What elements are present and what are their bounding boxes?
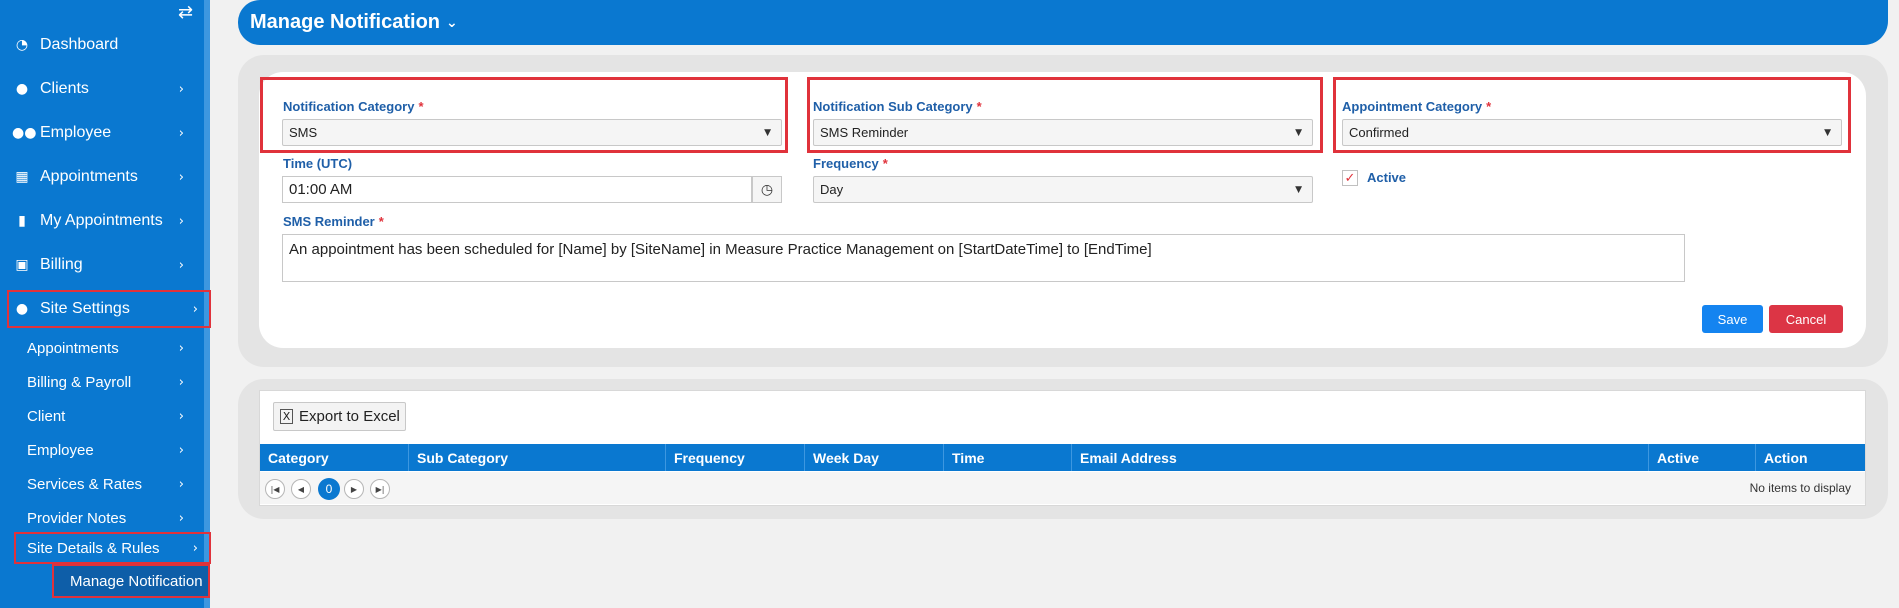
sidebar-subitem-appointments[interactable]: Appointments ›	[0, 333, 204, 363]
sidebar-item-label: Billing	[40, 256, 83, 273]
dashboard-icon: ◔	[15, 37, 29, 53]
sidebar-item-employee[interactable]: ●● Employee ›	[0, 116, 204, 150]
sidebar-item-label: Dashboard	[40, 36, 119, 53]
time-label: Time (UTC)	[283, 156, 353, 171]
column-header[interactable]: Frequency	[666, 444, 805, 471]
sidebar-item-dashboard[interactable]: ◔ Dashboard	[0, 28, 204, 62]
next-page-icon[interactable]: ▶	[344, 479, 364, 499]
prev-page-icon[interactable]: ◀	[291, 479, 311, 499]
chevron-right-icon: ›	[178, 374, 184, 390]
dropdown-arrow-icon: ▼	[1295, 127, 1302, 138]
sidebar-item-site-settings[interactable]: ● Site Settings ›	[7, 290, 211, 328]
empty-text: No items to display	[1749, 481, 1851, 495]
sidebar: ⇄ ◔ Dashboard ● Clients › ●● Employee › …	[0, 0, 211, 608]
sidebar-item-label: Clients	[40, 80, 89, 97]
first-page-icon[interactable]: |◀	[265, 479, 285, 499]
notification-category-label: Notification Category *	[283, 99, 424, 114]
sidebar-item-clients[interactable]: ● Clients ›	[0, 72, 204, 106]
sidebar-subitem-label: Client	[27, 407, 66, 425]
chevron-right-icon: ›	[178, 476, 184, 492]
sidebar-subitem-label: Employee	[27, 441, 94, 459]
bookmark-icon: ▮	[18, 213, 26, 229]
frequency-label: Frequency *	[813, 156, 888, 171]
sidebar-item-label: Appointments	[40, 168, 138, 185]
sms-reminder-label: SMS Reminder *	[283, 214, 384, 229]
time-input[interactable]: 01:00 AM	[282, 176, 752, 203]
dropdown-arrow-icon: ▼	[1824, 127, 1831, 138]
sidebar-item-label: My Appointments	[40, 212, 163, 229]
sidebar-item-label: Employee	[40, 124, 112, 141]
calendar-icon: ▦	[15, 169, 29, 185]
chevron-right-icon: ›	[192, 540, 198, 556]
export-excel-button[interactable]: X Export to Excel	[273, 402, 406, 431]
sidebar-subitem-employee[interactable]: Employee ›	[0, 435, 204, 465]
sidebar-subitem-label: Appointments	[27, 339, 119, 357]
appointment-category-label: Appointment Category *	[1342, 99, 1492, 114]
chevron-right-icon: ›	[192, 301, 198, 317]
chevron-right-icon: ›	[178, 408, 184, 424]
column-header[interactable]: Category	[260, 444, 409, 471]
sidebar-subitem-billing-payroll[interactable]: Billing & Payroll ›	[0, 367, 204, 397]
appointment-category-select[interactable]: Confirmed ▼	[1342, 119, 1842, 146]
money-icon: ▣	[15, 257, 29, 273]
swap-arrows-icon[interactable]: ⇄	[178, 2, 193, 23]
sidebar-subitem-label: Provider Notes	[27, 509, 127, 527]
active-label: Active	[1367, 170, 1407, 185]
column-header[interactable]: Time	[944, 444, 1072, 471]
notification-sub-category-select[interactable]: SMS Reminder ▼	[813, 119, 1313, 146]
chevron-right-icon: ›	[178, 169, 184, 185]
chevron-right-icon: ›	[178, 125, 184, 141]
sidebar-subitem-client[interactable]: Client ›	[0, 401, 204, 431]
chevron-down-icon[interactable]: ⌄	[446, 15, 458, 31]
sidebar-subitem-provider-notes[interactable]: Provider Notes ›	[0, 503, 204, 533]
chevron-right-icon: ›	[178, 340, 184, 356]
column-header[interactable]: Email Address	[1072, 444, 1649, 471]
save-button[interactable]: Save	[1702, 305, 1763, 333]
sidebar-subitem-label: Manage Notification	[70, 572, 203, 590]
frequency-select[interactable]: Day ▼	[813, 176, 1313, 203]
dropdown-arrow-icon: ▼	[764, 127, 771, 138]
sidebar-item-my-appointments[interactable]: ▮ My Appointments ›	[0, 204, 204, 238]
sidebar-subitem-label: Site Details & Rules	[27, 539, 160, 557]
column-header[interactable]: Action	[1756, 444, 1865, 471]
grid-header: Category Sub Category Frequency Week Day…	[260, 444, 1865, 471]
column-header[interactable]: Sub Category	[409, 444, 666, 471]
page-header: Manage Notification ⌄	[238, 0, 1888, 45]
sidebar-subitem-manage-notification[interactable]: Manage Notification	[52, 564, 210, 598]
sidebar-subitem-site-details-rules[interactable]: Site Details & Rules ›	[14, 532, 211, 564]
sidebar-subitem-services-rates[interactable]: Services & Rates ›	[0, 469, 204, 499]
chevron-right-icon: ›	[178, 510, 184, 526]
sidebar-subitem-label: Billing & Payroll	[27, 373, 132, 391]
dropdown-arrow-icon: ▼	[1295, 184, 1302, 195]
check-icon: ✓	[1344, 170, 1356, 186]
column-header[interactable]: Week Day	[805, 444, 944, 471]
notification-sub-category-label: Notification Sub Category *	[813, 99, 982, 114]
chevron-right-icon: ›	[178, 81, 184, 97]
active-checkbox[interactable]: ✓	[1342, 170, 1358, 186]
sidebar-item-appointments[interactable]: ▦ Appointments ›	[0, 160, 204, 194]
cancel-button[interactable]: Cancel	[1769, 305, 1843, 333]
sidebar-item-billing[interactable]: ▣ Billing ›	[0, 248, 204, 282]
sidebar-item-label: Site Settings	[40, 300, 130, 317]
user-icon: ●	[15, 81, 29, 97]
chevron-right-icon: ›	[178, 213, 184, 229]
grid-pager: |◀ ◀ 0 ▶ ▶| No items to display	[260, 472, 1865, 504]
page-title: Manage Notification	[250, 11, 441, 33]
users-icon: ●●	[12, 125, 37, 141]
column-header[interactable]: Active	[1649, 444, 1756, 471]
current-page[interactable]: 0	[318, 478, 340, 500]
sms-reminder-textarea[interactable]: An appointment has been scheduled for [N…	[282, 234, 1685, 282]
chevron-right-icon: ›	[178, 257, 184, 273]
excel-icon: X	[280, 409, 293, 424]
notification-category-select[interactable]: SMS ▼	[282, 119, 782, 146]
last-page-icon[interactable]: ▶|	[370, 479, 390, 499]
chevron-right-icon: ›	[178, 442, 184, 458]
user-icon: ●	[15, 301, 29, 317]
clock-icon[interactable]: ◷	[752, 176, 782, 203]
sidebar-subitem-label: Services & Rates	[27, 475, 143, 493]
